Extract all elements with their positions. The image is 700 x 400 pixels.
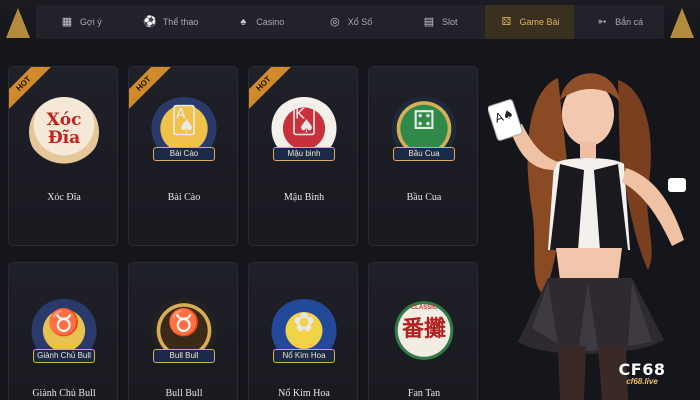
tab-label: Slot [441,17,458,27]
gold-corner-decoration [6,8,30,38]
grid-icon: ▦ [61,15,73,28]
emblem-plate: Nổ Kim Hoa [273,349,335,363]
fan-tan-emblem: CLASSIC 番攤 [389,299,459,369]
tab-casino[interactable]: ♠ Casino [215,5,305,39]
game-label: Mậu Binh [283,192,325,203]
game-label: Giành Chủ Bull [32,388,96,399]
classic-tag: CLASSIC [410,305,438,311]
tab-label: Thể thao [162,17,199,27]
top-bar: ▦ Gợi ý ⚽ Thể thao ♠ Casino ◎ Xổ Số ▤ Sl… [0,0,700,44]
tab-label: Xổ Số [347,17,373,27]
game-card-xoc-dia[interactable]: HOT Xóc Đĩa Xóc Đĩa [8,66,118,246]
flower-icon: ✿ [293,307,315,337]
emblem-plate: Bull Bull [153,349,215,363]
emblem-title: 番攤 [401,316,446,341]
xoc-dia-emblem: Xóc Đĩa [29,97,99,167]
tab-label: Game Bài [519,17,560,27]
category-nav: ▦ Gợi ý ⚽ Thể thao ♠ Casino ◎ Xổ Số ▤ Sl… [36,5,664,39]
bull-head-icon: ♉ [47,307,81,337]
game-card-mau-binh[interactable]: HOT 🂮 Mậu binh Mậu Binh [248,66,358,246]
lottery-ball-icon: ◎ [329,15,340,28]
gold-corner-decoration [670,8,694,38]
emblem-plate: Bài Cào [153,147,215,161]
tab-goi-y[interactable]: ▦ Gợi ý [36,5,126,39]
playing-cards-icon: 🂮 [290,105,318,135]
tab-slot[interactable]: ▤ Slot [395,5,485,39]
tab-label: Casino [256,17,285,27]
tab-the-thao[interactable]: ⚽ Thể thao [126,5,216,39]
hostess-illustration: A♠ [488,73,686,400]
ganh-chu-bull-emblem: ♉ Giành Chủ Bull [29,299,99,369]
fish-icon: ➳ [597,15,607,28]
game-label: Fan Tan [407,388,441,399]
emblem-plate: Giành Chủ Bull [33,349,95,363]
bai-cao-emblem: 🂡 Bài Cào [149,97,219,167]
slot-machine-icon: ▤ [423,15,435,28]
emblem-plate: Mậu binh [273,147,335,161]
soccer-ball-icon: ⚽ [142,15,157,28]
game-label: Bài Cào [167,192,201,203]
emblem-plate: Bầu Cua [393,147,455,161]
playing-cards-icon: 🂡 [170,105,198,135]
tab-label: Gợi ý [79,17,102,27]
tab-ban-ca[interactable]: ➳ Bắn cá [574,5,664,39]
bull-head-icon: ♉ [167,307,201,337]
game-card-ganh-chu-bull[interactable]: ♉ Giành Chủ Bull Giành Chủ Bull [8,262,118,400]
tab-xo-so[interactable]: ◎ Xổ Số [305,5,395,39]
bau-cua-emblem: ⚃ Bầu Cua [389,97,459,167]
cards-icon: ♠ [240,15,247,28]
emblem-title: Xóc Đĩa [46,110,82,148]
game-label: Bull Bull [165,388,203,399]
mau-binh-emblem: 🂮 Mậu binh [269,97,339,167]
dice-icon: ⚄ [501,15,512,28]
game-card-no-kim-hoa[interactable]: ✿ Nổ Kim Hoa Nổ Kim Hoa [248,262,358,400]
game-card-fan-tan[interactable]: CLASSIC 番攤 Fan Tan [368,262,478,400]
game-card-bull-bull[interactable]: ♉ Bull Bull Bull Bull [128,262,238,400]
game-label: Xóc Đĩa [47,192,81,203]
bull-bull-emblem: ♉ Bull Bull [149,299,219,369]
brand-logo: CF68 cf68.live [592,360,692,394]
game-label: Bầu Cua [406,192,442,203]
brand-url: cf68.live [626,377,658,386]
no-kim-hoa-emblem: ✿ Nổ Kim Hoa [269,299,339,369]
game-label: Nổ Kim Hoa [278,388,330,399]
game-card-bai-cao[interactable]: HOT 🂡 Bài Cào Bài Cào [128,66,238,246]
tab-label: Bắn cá [615,17,644,27]
game-card-bau-cua[interactable]: ⚃ Bầu Cua Bầu Cua [368,66,478,246]
tab-game-bai[interactable]: ⚄ Game Bài [484,5,575,39]
dice-icon: ⚃ [412,105,436,135]
